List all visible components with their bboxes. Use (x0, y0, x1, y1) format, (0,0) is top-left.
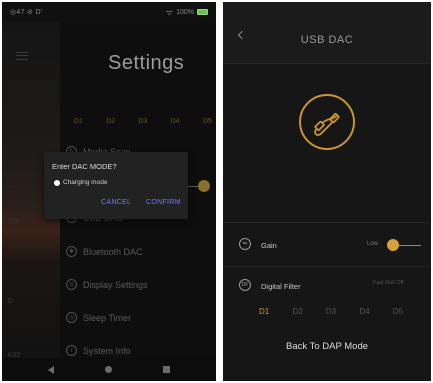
header: USB DAC (223, 2, 431, 64)
menu-icon (16, 52, 28, 60)
back-icon[interactable] (47, 365, 54, 374)
setting-label: Display Settings (83, 279, 148, 290)
status-right: ᯤ 100% (166, 7, 208, 18)
option-label: Charging mode (63, 179, 108, 186)
bg-label: ... (8, 182, 14, 189)
usb-cable-svg (314, 113, 340, 136)
digital-filter-label: Digital Filter (261, 282, 301, 291)
filter-option[interactable]: Fast Roll Off (373, 280, 403, 286)
confirm-button[interactable]: CONFIRM (146, 199, 181, 206)
tab-d4[interactable]: D4 (359, 307, 369, 316)
tab-d3[interactable]: D3 (326, 307, 336, 316)
setting-bluetooth-dac[interactable]: ✱ Bluetooth DAC (66, 246, 212, 257)
page-title: Settings (108, 52, 185, 74)
right-screen: USB DAC ⇆ Gain Low DF Digital Filter Fas… (223, 2, 431, 381)
bg-label: D (8, 298, 14, 305)
setting-label: Sleep Timer (83, 312, 132, 323)
dac-mode-dialog: Enter DAC MODE? Charging mode CANCEL CON… (44, 152, 188, 219)
slider-knob[interactable] (198, 180, 210, 192)
usb-cable-icon (299, 94, 355, 150)
tab-d2[interactable]: D2 (292, 307, 302, 316)
home-icon[interactable] (104, 366, 112, 373)
gain-label: Gain (261, 241, 277, 250)
filter-icon: DF (239, 279, 251, 291)
dialog-title: Enter DAC MODE? (52, 162, 117, 171)
wifi-icon: ᯤ (165, 7, 174, 17)
recent-apps-icon[interactable] (163, 366, 171, 373)
setting-system-info[interactable]: i System Info (66, 345, 212, 356)
radio-icon[interactable] (54, 179, 60, 186)
tab-d1[interactable]: D1 (259, 307, 269, 316)
bluetooth-icon: ✱ (66, 246, 77, 257)
tab-d5[interactable]: D5 (203, 118, 212, 125)
display-icon: ◎ (66, 279, 77, 290)
gain-slider-knob[interactable] (387, 239, 399, 251)
back-to-dap-button[interactable]: Back To DAP Mode (223, 341, 431, 352)
d-tabs: D1 D2 D3 D4 D5 (74, 118, 212, 125)
gain-icon: ⇆ (239, 238, 251, 250)
setting-label: Bluetooth DAC (83, 246, 143, 257)
battery-percent: 100% (176, 8, 194, 16)
nav-bar (2, 358, 216, 381)
status-indicators: ◎47 ⊘ D' (10, 9, 43, 16)
divider (223, 222, 431, 223)
left-screen: ◎47 ⊘ D' ᯤ 100% ... DS D K32 Settings D1… (2, 2, 216, 381)
tab-d1[interactable]: D1 (74, 118, 83, 125)
cancel-button[interactable]: CANCEL (101, 199, 131, 206)
battery-icon (197, 9, 208, 15)
gain-value: Low (367, 241, 379, 247)
setting-display[interactable]: ◎ Display Settings (66, 279, 212, 290)
charging-mode-option[interactable]: Charging mode (54, 179, 107, 186)
bg-label: DS (8, 218, 18, 225)
info-icon: i (66, 345, 77, 356)
setting-sleep-timer[interactable]: ◷ Sleep Timer (66, 312, 212, 323)
setting-label: System Info (83, 345, 131, 356)
divider (223, 266, 431, 267)
clock-icon: ◷ (66, 312, 77, 323)
page-title: USB DAC (300, 34, 354, 46)
tab-d2[interactable]: D2 (106, 118, 115, 125)
tab-d4[interactable]: D4 (171, 118, 180, 125)
tab-d3[interactable]: D3 (139, 118, 148, 125)
status-bar: ◎47 ⊘ D' ᯤ 100% (2, 2, 216, 22)
filter-tabs: D1 D2 D3 D4 D5 (259, 307, 403, 316)
tab-d5[interactable]: D5 (393, 307, 403, 316)
